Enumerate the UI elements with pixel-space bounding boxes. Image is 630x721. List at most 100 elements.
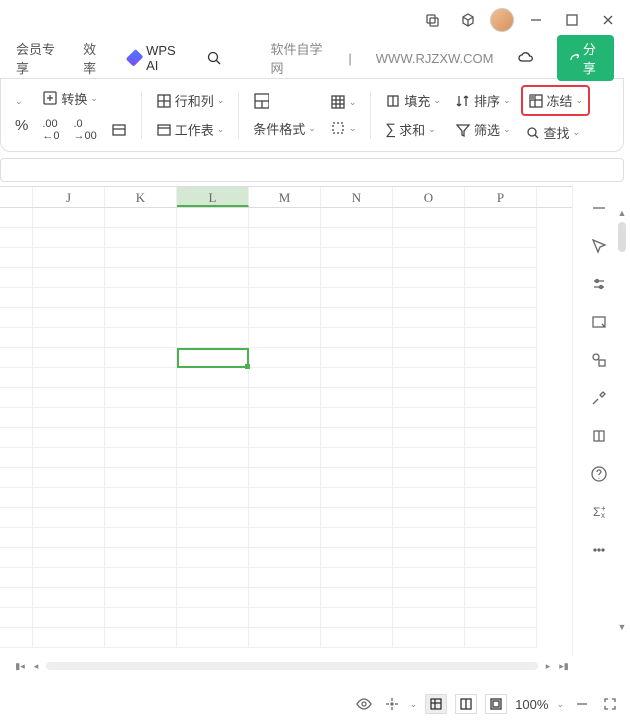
cell[interactable] [105, 388, 177, 408]
center-icon[interactable] [382, 694, 402, 714]
cell[interactable] [177, 208, 249, 228]
cell[interactable] [249, 608, 321, 628]
cell[interactable] [465, 628, 537, 648]
cell[interactable] [393, 568, 465, 588]
colhead[interactable]: J [33, 187, 105, 207]
cell[interactable] [321, 408, 393, 428]
cell[interactable] [33, 308, 105, 328]
cell[interactable] [249, 328, 321, 348]
cell[interactable] [321, 328, 393, 348]
cell[interactable] [0, 228, 33, 248]
cell[interactable] [0, 328, 33, 348]
cell[interactable] [393, 468, 465, 488]
vertical-scrollbar[interactable]: ▲ ▼ [616, 208, 628, 640]
cell[interactable] [177, 308, 249, 328]
help-icon[interactable] [589, 464, 609, 484]
cell[interactable] [465, 348, 537, 368]
book-icon[interactable] [589, 426, 609, 446]
cell[interactable] [249, 568, 321, 588]
cell[interactable] [321, 608, 393, 628]
cell[interactable] [393, 308, 465, 328]
cell[interactable] [0, 408, 33, 428]
cell[interactable] [0, 308, 33, 328]
cell[interactable] [321, 288, 393, 308]
cell[interactable] [393, 208, 465, 228]
table-style-button[interactable]: ⌄ [326, 91, 361, 113]
cell[interactable] [393, 588, 465, 608]
menu-member[interactable]: 会员专享 [16, 39, 59, 77]
cell[interactable] [105, 488, 177, 508]
cell[interactable] [105, 548, 177, 568]
cell[interactable] [177, 628, 249, 648]
cell[interactable] [33, 588, 105, 608]
cell[interactable] [105, 348, 177, 368]
cell[interactable] [33, 528, 105, 548]
cell[interactable] [0, 208, 33, 228]
more-icon[interactable] [589, 540, 609, 560]
crop-button[interactable]: ⌄ [326, 117, 361, 139]
cell[interactable] [105, 408, 177, 428]
cell[interactable] [393, 428, 465, 448]
cell[interactable] [393, 408, 465, 428]
cell[interactable] [249, 268, 321, 288]
sort-button[interactable]: 排序⌄ [451, 88, 515, 113]
cell[interactable] [105, 428, 177, 448]
scroll-up-icon[interactable]: ▲ [616, 208, 628, 220]
scroll-left-icon[interactable]: ◂ [30, 661, 42, 672]
colhead[interactable]: K [105, 187, 177, 207]
cell[interactable] [249, 348, 321, 368]
cell[interactable] [321, 568, 393, 588]
colhead-selected[interactable]: L [177, 187, 249, 207]
cell[interactable] [321, 488, 393, 508]
cell[interactable] [465, 308, 537, 328]
share-button[interactable]: 分享 [557, 35, 614, 81]
cell[interactable] [465, 408, 537, 428]
colhead-blank[interactable] [0, 187, 33, 207]
colhead[interactable]: P [465, 187, 537, 207]
menu-wpsai[interactable]: WPS AI [129, 43, 183, 73]
cell[interactable] [33, 548, 105, 568]
cell[interactable] [321, 428, 393, 448]
cell[interactable] [105, 308, 177, 328]
scroll-first-icon[interactable]: ▮◂ [14, 661, 26, 672]
cell[interactable] [393, 608, 465, 628]
cell[interactable] [33, 448, 105, 468]
cell[interactable] [393, 488, 465, 508]
cell[interactable] [177, 388, 249, 408]
cell[interactable] [105, 448, 177, 468]
cell[interactable] [33, 248, 105, 268]
cell[interactable] [0, 428, 33, 448]
expand-icon[interactable] [589, 312, 609, 332]
convert-button[interactable]: 转换⌄ [38, 86, 130, 111]
tools-icon[interactable] [589, 388, 609, 408]
colhead[interactable]: N [321, 187, 393, 207]
cell[interactable] [33, 568, 105, 588]
cell[interactable] [33, 628, 105, 648]
site-url[interactable]: WWW.RJZXW.COM [376, 51, 494, 66]
cell[interactable] [177, 268, 249, 288]
cell[interactable] [33, 268, 105, 288]
cell[interactable] [393, 628, 465, 648]
cell[interactable] [465, 488, 537, 508]
eye-icon[interactable] [354, 694, 374, 714]
cursor-icon[interactable] [589, 236, 609, 256]
cell[interactable] [33, 388, 105, 408]
fullscreen-icon[interactable] [600, 694, 620, 714]
cell[interactable] [0, 608, 33, 628]
close-icon[interactable] [594, 6, 622, 34]
cell[interactable] [321, 468, 393, 488]
zoom-level[interactable]: 100% [515, 697, 548, 712]
cell[interactable] [0, 368, 33, 388]
cell[interactable] [0, 448, 33, 468]
cell[interactable] [177, 228, 249, 248]
cell[interactable] [177, 328, 249, 348]
cell[interactable] [249, 628, 321, 648]
cloud-icon[interactable] [517, 50, 533, 66]
cell[interactable] [465, 368, 537, 388]
cell[interactable] [321, 548, 393, 568]
cell[interactable] [33, 428, 105, 448]
cell[interactable] [177, 548, 249, 568]
cell[interactable] [177, 408, 249, 428]
cell[interactable] [0, 348, 33, 368]
rowcol-button[interactable]: 行和列⌄ [152, 88, 229, 113]
